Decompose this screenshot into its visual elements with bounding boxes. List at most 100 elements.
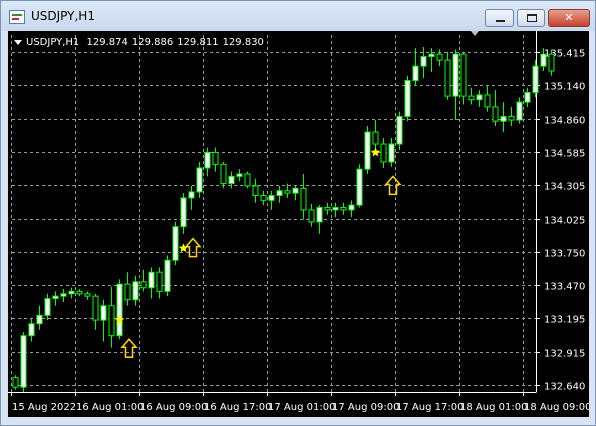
bull-candle [428,53,435,58]
price-tick-label: 134.305 [544,182,585,193]
chart-info-line: USDJPY,H1 129.874 129.886 129.811 129.830 [14,37,268,48]
scroll-marker-icon [471,31,479,36]
bear-candle [12,377,19,388]
bear-candle [108,305,115,337]
bull-candle [52,295,59,300]
price-chart[interactable]: 135.415 135.140 134.860 134.585 134.305 134.0… [8,31,589,417]
signal-star-icon [370,147,381,157]
bear-candle [492,106,499,122]
buy-arrow-icon [184,237,202,258]
bull-candle [348,204,355,211]
bear-candle [212,151,219,165]
minimize-icon [496,20,505,22]
time-tick-label: 18 Aug 01:00 [460,402,527,413]
bull-candle [60,293,67,297]
bull-candle [292,187,299,194]
close-button[interactable]: ✕ [548,9,590,27]
time-tick-label: 16 Aug 17:00 [204,402,271,413]
bull-candle [188,191,195,199]
time-tick-label: 16 Aug 09:00 [140,402,207,413]
price-tick-label: 134.025 [544,216,585,227]
bull-candle [500,115,507,122]
bear-candle [124,283,131,301]
bull-candle [452,53,459,97]
bull-candle [516,101,523,121]
chart-window-icon [9,10,25,24]
bear-candle [284,190,291,194]
bull-candle [332,207,339,211]
bull-candle [356,168,363,206]
ohlc-close: 129.830 [222,37,264,48]
bear-candle [444,59,451,97]
bull-candle [132,281,139,301]
bull-candle [532,65,539,94]
chart-window: USDJPY,H1 ✕ 135.415 135.140 134.860 134.585… [0,0,596,426]
time-tick-label: 17 Aug 09:00 [332,402,399,413]
bear-candle [156,271,163,292]
bull-candle [364,131,371,170]
bear-candle [468,95,475,101]
bull-candle [164,259,171,292]
maximize-button[interactable] [517,9,545,27]
ohlc-low: 129.811 [177,37,219,48]
bear-candle [372,131,379,145]
bull-candle [540,53,547,67]
bear-candle [252,185,259,197]
price-tick-label: 132.915 [544,349,585,360]
bear-candle [84,293,91,297]
bull-candle [476,94,483,101]
bear-candle [340,207,347,211]
price-tick-label: 135.140 [544,82,585,93]
bull-candle [316,207,323,223]
price-tick-label: 134.585 [544,149,585,160]
window-title: USDJPY,H1 [31,9,95,23]
ohlc-open: 129.874 [86,37,128,48]
price-tick-label: 134.860 [544,116,585,127]
bull-candle [236,173,243,177]
price-tick-label: 132.640 [544,382,585,393]
bull-candle [204,151,211,169]
bull-candle [228,175,235,185]
bull-candle [20,335,27,388]
chart-canvas[interactable]: 135.415135.140134.860134.585134.305134.0… [8,31,589,417]
bear-candle [260,195,267,201]
chart-menu-triangle-icon[interactable] [14,39,22,45]
time-tick-label: 15 Aug 2022 [12,402,76,413]
price-tick-label: 133.195 [544,315,585,326]
bear-candle [460,53,467,97]
price-tick-label: 133.750 [544,249,585,260]
time-tick-label: 17 Aug 01:00 [268,402,335,413]
title-bar[interactable]: USDJPY,H1 ✕ [1,1,595,31]
bear-candle [92,295,99,321]
bull-candle [44,298,51,316]
bull-candle [420,56,427,67]
bear-candle [76,290,83,295]
time-tick-label: 17 Aug 17:00 [396,402,463,413]
bear-candle [140,281,147,289]
buy-arrow-icon [120,338,138,359]
time-tick-label: 16 Aug 01:00 [76,402,143,413]
bull-candle [100,305,107,321]
bull-candle [172,226,179,261]
bull-candle [388,143,395,163]
maximize-icon [527,14,537,22]
close-icon: ✕ [564,11,574,24]
bull-candle [180,197,187,228]
bear-candle [484,94,491,108]
minimize-button[interactable] [485,9,514,27]
bull-candle [412,65,419,82]
time-tick-label: 18 Aug 09:00 [524,402,589,413]
bull-candle [196,167,203,193]
bear-candle [548,53,555,72]
symbol-timeframe: USDJPY,H1 [26,37,80,48]
bear-candle [324,207,331,211]
bear-candle [220,163,227,185]
bear-candle [508,115,515,121]
price-tick-label: 133.470 [544,282,585,293]
bull-candle [36,314,43,325]
bear-candle [380,143,387,163]
bull-candle [268,195,275,201]
bull-candle [148,271,155,289]
bear-candle [308,209,315,223]
bull-candle [396,115,403,145]
